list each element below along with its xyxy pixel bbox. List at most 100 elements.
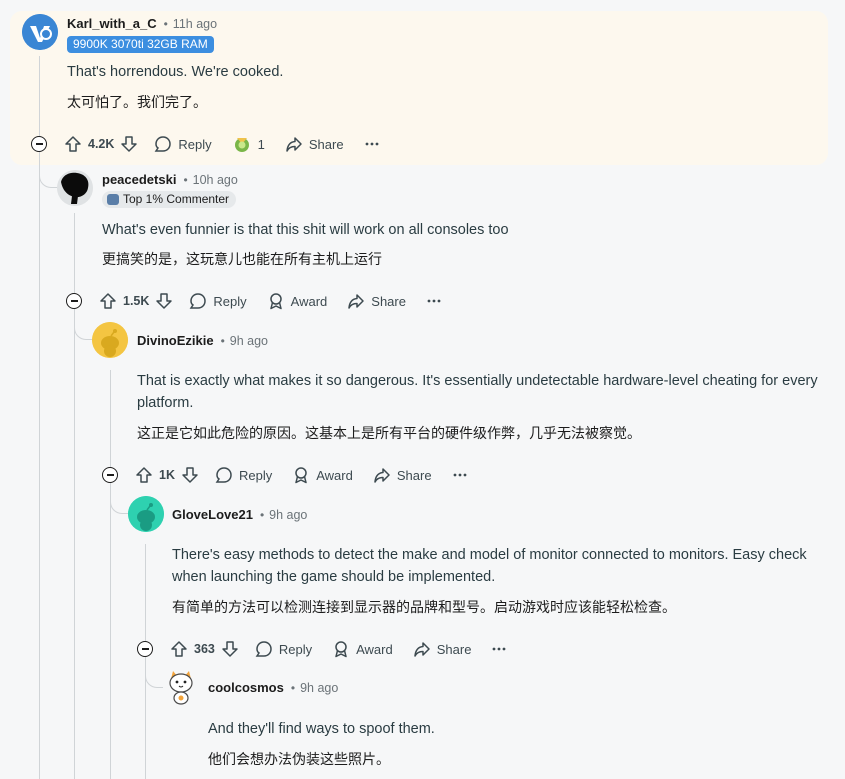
vote-count: 4.2K xyxy=(88,137,115,151)
vote-group: 1K xyxy=(129,460,205,490)
thread-line-2 xyxy=(74,308,75,779)
comment-text-en: And they'll find ways to spoof them. xyxy=(208,721,435,737)
thread-line-glove xyxy=(145,544,146,641)
collapse-thread-button[interactable] xyxy=(66,293,82,309)
vote-count: 1K xyxy=(159,468,175,482)
more-options-button[interactable] xyxy=(354,129,390,159)
black-blob-avatar-icon xyxy=(57,170,93,206)
award-button[interactable]: 1 xyxy=(222,129,275,159)
snoo-cat-avatar-icon xyxy=(169,671,193,705)
comment-bubble-icon xyxy=(155,136,172,152)
comment-text-zh: 他们会想办法伪装这些照片。 xyxy=(208,752,390,768)
award-icon xyxy=(295,467,307,484)
more-options-button[interactable] xyxy=(416,286,452,316)
snoo-teal-avatar-icon xyxy=(128,496,164,532)
top-commenter-icon xyxy=(107,194,119,205)
timestamp[interactable]: 11h ago xyxy=(173,17,217,31)
avatar[interactable] xyxy=(92,322,128,358)
avatar[interactable] xyxy=(128,496,164,532)
avatar[interactable] xyxy=(163,669,199,705)
upvote-icon[interactable] xyxy=(170,640,188,658)
comment-text-zh: 有简单的方法可以检测连接到显示器的品牌和型号。启动游戏时应该能轻松检查。 xyxy=(172,600,676,616)
award-icon xyxy=(269,293,282,310)
meta-separator: • xyxy=(163,16,168,31)
share-button[interactable]: Share xyxy=(275,129,354,159)
reply-button[interactable]: Reply xyxy=(144,129,221,159)
comment-meta: Karl_with_a_C • 11h ago xyxy=(67,16,217,31)
timestamp[interactable]: 9h ago xyxy=(230,334,268,348)
username[interactable]: peacedetski xyxy=(102,172,176,187)
more-dots-icon xyxy=(427,299,441,303)
share-arrow-icon xyxy=(348,294,365,309)
award-label: Award xyxy=(290,293,328,309)
vote-group: 1.5K xyxy=(93,286,179,316)
comment-meta: peacedetski • 10h ago xyxy=(102,172,238,187)
share-button[interactable]: Share xyxy=(363,460,442,490)
reply-button[interactable]: Reply xyxy=(205,460,282,490)
reply-label: Reply xyxy=(238,467,273,483)
user-flair: Top 1% Commenter xyxy=(102,191,237,208)
comment-bubble-icon xyxy=(215,467,232,483)
username[interactable]: DivinoEzikie xyxy=(137,333,214,348)
comment-text-zh: 太可怕了。我们完了。 xyxy=(67,95,207,111)
thread-line-peace xyxy=(74,213,75,293)
downvote-icon[interactable] xyxy=(155,292,173,310)
avatar[interactable] xyxy=(22,14,58,50)
vote-count: 1.5K xyxy=(123,294,150,308)
reddit-bubble-avatar-icon xyxy=(22,14,58,50)
reply-label: Reply xyxy=(178,136,212,152)
comment-actions: 4.2K Reply 1 Share xyxy=(58,129,390,159)
award-button[interactable]: Award xyxy=(257,286,338,316)
award-button[interactable]: Award xyxy=(322,634,403,664)
collapse-thread-button[interactable] xyxy=(31,136,47,152)
share-label: Share xyxy=(436,641,472,657)
timestamp[interactable]: 9h ago xyxy=(269,508,307,522)
downvote-icon[interactable] xyxy=(181,466,199,484)
flair-label: Top 1% Commenter xyxy=(123,192,230,206)
share-button[interactable]: Share xyxy=(403,634,482,664)
comment-actions: 363 Reply Award Share xyxy=(164,634,517,664)
share-label: Share xyxy=(396,467,432,483)
username[interactable]: GloveLove21 xyxy=(172,507,253,522)
award-icon xyxy=(335,641,347,658)
upvote-icon[interactable] xyxy=(64,135,82,153)
award-button[interactable]: Award xyxy=(282,460,363,490)
meta-separator: • xyxy=(259,507,265,522)
meta-separator: • xyxy=(183,172,188,187)
timestamp[interactable]: 10h ago xyxy=(193,173,238,187)
comment-meta: coolcosmos • 9h ago xyxy=(208,680,338,695)
comment-actions: 1.5K Reply Award Share xyxy=(93,286,452,316)
upvote-icon[interactable] xyxy=(135,466,153,484)
more-dots-icon xyxy=(493,647,506,651)
comment-bubble-icon xyxy=(190,293,207,309)
thread-line-1 xyxy=(39,152,40,779)
collapse-thread-button[interactable] xyxy=(137,641,153,657)
award-label: Award xyxy=(356,641,393,657)
avatar[interactable] xyxy=(57,170,93,206)
comment-bubble-icon xyxy=(255,641,272,657)
username[interactable]: Karl_with_a_C xyxy=(67,16,157,31)
comment-text-en: What's even funnier is that this shit wi… xyxy=(102,222,509,238)
downvote-icon[interactable] xyxy=(120,135,138,153)
timestamp[interactable]: 9h ago xyxy=(300,681,338,695)
more-dots-icon xyxy=(365,142,378,146)
vote-count: 363 xyxy=(194,642,215,656)
share-label: Share xyxy=(371,293,406,309)
comment-text-en: There's easy methods to detect the make … xyxy=(172,547,807,585)
meta-separator: • xyxy=(290,680,296,695)
share-arrow-icon xyxy=(374,468,390,483)
downvote-icon[interactable] xyxy=(221,640,239,658)
thread-line-divino xyxy=(110,370,111,467)
more-options-button[interactable] xyxy=(442,460,478,490)
username[interactable]: coolcosmos xyxy=(208,680,284,695)
comment-actions: 1K Reply Award Share xyxy=(129,460,478,490)
share-button[interactable]: Share xyxy=(337,286,416,316)
upvote-icon[interactable] xyxy=(99,292,117,310)
collapse-thread-button[interactable] xyxy=(102,467,118,483)
vote-group: 363 xyxy=(164,634,245,664)
snoo-yellow-avatar-icon xyxy=(92,322,128,358)
user-flair: 9900K 3070ti 32GB RAM xyxy=(67,36,214,53)
reply-button[interactable]: Reply xyxy=(179,286,256,316)
more-options-button[interactable] xyxy=(481,634,517,664)
reply-button[interactable]: Reply xyxy=(245,634,322,664)
